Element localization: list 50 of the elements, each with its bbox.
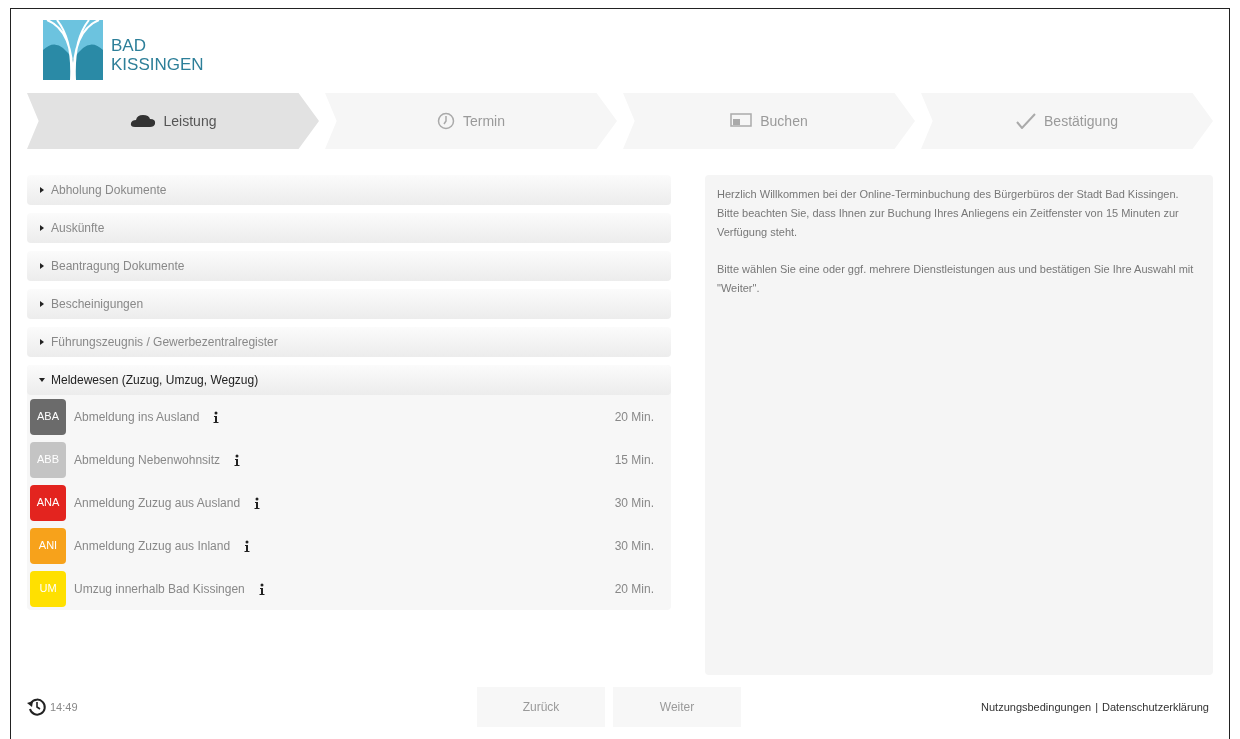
info-text: Herzlich Willkommen bei der Online-Terminbuchung des Bürgerbüros der Stadt Bad Kissingen. Bitte beachten Sie, dass Ihnen zur Buchung Ihres Anliegens ein Zeitfenster von 15 Minuten zur Verfügung steht.	[717, 187, 1180, 240]
category-header[interactable]: Auskünfte	[27, 213, 671, 243]
service-name[interactable]: Umzug innerhalb Bad Kissingen	[74, 579, 245, 598]
service-name[interactable]: Abmeldung Nebenwohnsitz	[74, 450, 221, 469]
service-duration: 15 Min.	[614, 451, 654, 469]
category-header[interactable]: Beantragung Dokumente	[27, 251, 671, 281]
category-header[interactable]: Bescheinigungen	[27, 289, 671, 319]
history-icon	[27, 697, 47, 717]
info-icon[interactable]	[213, 410, 220, 423]
category-header[interactable]: Führungszeugnis / Gewerbezentralregister	[27, 327, 671, 357]
step-tab[interactable]: Bestätigung	[921, 93, 1213, 149]
link-separator: |	[1095, 699, 1098, 715]
step-tab[interactable]: Leistung	[27, 93, 319, 149]
terms-link[interactable]: Nutzungsbedingungen	[981, 698, 1092, 716]
service-name[interactable]: Abmeldung ins Ausland	[74, 407, 200, 426]
caret-right-icon	[39, 263, 45, 269]
info-icon[interactable]	[244, 539, 251, 552]
info-icon[interactable]	[234, 453, 241, 466]
screen-icon	[730, 113, 753, 129]
cloud-icon	[129, 114, 156, 128]
service-name[interactable]: Anmeldung Zuzug aus Inland	[74, 536, 231, 555]
caret-right-icon	[39, 339, 45, 345]
service-name[interactable]: Anmeldung Zuzug aus Ausland	[74, 493, 241, 512]
privacy-link[interactable]: Datenschutzerklärung	[1102, 698, 1209, 716]
service-code: ANI	[30, 527, 66, 564]
service-code: UM	[30, 570, 66, 607]
service-duration: 30 Min.	[614, 537, 654, 555]
clock-icon	[437, 112, 455, 130]
category-header[interactable]: Meldewesen (Zuzug, Umzug, Wegzug)	[27, 365, 671, 395]
logo-icon	[43, 20, 103, 80]
service-duration: 20 Min.	[614, 408, 654, 426]
service-code: ABB	[30, 441, 66, 478]
clock-time: 14:49	[50, 699, 78, 715]
category-header[interactable]: Abholung Dokumente	[27, 175, 671, 205]
info-icon[interactable]	[258, 582, 265, 595]
info-text: Bitte wählen Sie eine oder ggf. mehrere Dienstleistungen aus und bestätigen Sie Ihre Auswahl mit "Weiter".	[717, 262, 1195, 296]
caret-right-icon	[39, 301, 45, 307]
caret-right-icon	[39, 225, 45, 231]
service-code: ANA	[30, 484, 66, 521]
step-tab[interactable]: Termin	[325, 93, 617, 149]
logo-text: KISSINGEN	[111, 55, 204, 74]
service-duration: 30 Min.	[614, 494, 654, 512]
step-tab[interactable]: Buchen	[623, 93, 915, 149]
service-duration: 20 Min.	[614, 580, 654, 598]
logo-text: BAD	[111, 36, 147, 55]
info-icon[interactable]	[254, 496, 261, 509]
caret-down-icon	[39, 377, 45, 383]
service-code: ABA	[30, 398, 66, 435]
caret-right-icon	[39, 187, 45, 193]
check-icon	[1016, 113, 1036, 129]
